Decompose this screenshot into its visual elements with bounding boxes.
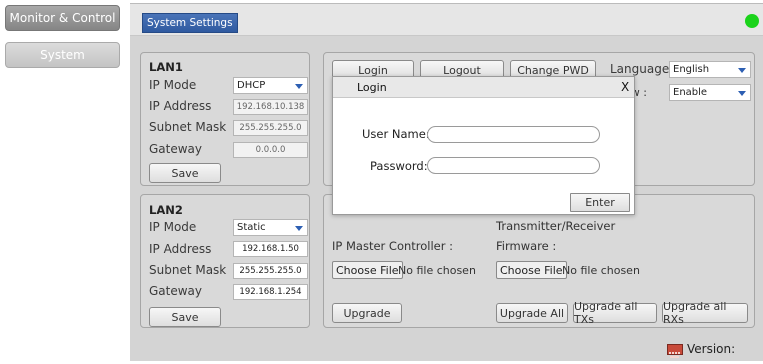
ip-master-no-file-text: No file chosen bbox=[398, 264, 476, 277]
login-dialog: Login X User Name: Password: Enter bbox=[332, 76, 635, 215]
login-dialog-header: Login X bbox=[333, 77, 634, 98]
upgrade-button[interactable]: Upgrade bbox=[332, 303, 402, 323]
upgrade-all-button[interactable]: Upgrade All bbox=[496, 303, 568, 323]
view-value: Enable bbox=[673, 87, 708, 98]
nav-system[interactable]: System bbox=[5, 42, 120, 68]
language-select[interactable]: English bbox=[669, 61, 751, 78]
lan2-gateway-input[interactable]: 192.168.1.254 bbox=[233, 284, 308, 300]
lan2-ip-mode-select[interactable]: Static bbox=[233, 219, 308, 236]
lan1-subnet-label: Subnet Mask bbox=[149, 120, 227, 134]
login-dialog-title: Login bbox=[357, 81, 387, 94]
password-label: Password: bbox=[370, 159, 428, 173]
chevron-down-icon bbox=[295, 226, 303, 231]
tx-rx-label: Transmitter/Receiver bbox=[496, 219, 616, 233]
view-select[interactable]: Enable bbox=[669, 84, 751, 101]
lan2-title: LAN2 bbox=[149, 203, 183, 217]
footer: Version: bbox=[130, 336, 763, 361]
version-label: Version: bbox=[687, 342, 736, 356]
lan1-ip-address-input[interactable]: 192.168.10.138 bbox=[233, 99, 308, 115]
tab-system-settings[interactable]: System Settings bbox=[142, 13, 238, 33]
lan1-ip-mode-value: DHCP bbox=[237, 80, 266, 91]
lan2-ip-address-label: IP Address bbox=[149, 242, 212, 256]
lan2-subnet-label: Subnet Mask bbox=[149, 263, 227, 277]
lan1-gateway-input[interactable]: 0.0.0.0 bbox=[233, 142, 308, 158]
lan2-ip-mode-label: IP Mode bbox=[149, 220, 197, 234]
username-input[interactable] bbox=[427, 126, 600, 143]
lan1-ip-mode-label: IP Mode bbox=[149, 78, 197, 92]
lan2-panel: LAN2 IP Mode Static IP Address 192.168.1… bbox=[140, 194, 310, 328]
password-input[interactable] bbox=[427, 157, 600, 174]
lan1-ip-address-label: IP Address bbox=[149, 99, 212, 113]
ip-master-controller-label: IP Master Controller : bbox=[332, 239, 454, 253]
lan2-ip-mode-value: Static bbox=[237, 222, 266, 233]
lan1-save-button[interactable]: Save bbox=[149, 163, 221, 183]
lan2-ip-address-input[interactable]: 192.168.1.50 bbox=[233, 241, 308, 257]
upgrade-all-txs-button[interactable]: Upgrade all TXs bbox=[573, 300, 657, 326]
lan1-subnet-input[interactable]: 255.255.255.0 bbox=[233, 120, 308, 136]
ip-master-choose-file-button[interactable]: Choose File bbox=[332, 261, 403, 279]
sidebar: Monitor & Control System bbox=[0, 0, 125, 361]
top-bar: System Settings bbox=[130, 4, 763, 36]
firmware-label: Firmware : bbox=[496, 239, 557, 253]
lan2-save-button[interactable]: Save bbox=[149, 307, 221, 327]
chevron-down-icon bbox=[738, 68, 746, 73]
status-indicator bbox=[745, 14, 759, 28]
chevron-down-icon bbox=[295, 84, 303, 89]
chevron-down-icon bbox=[738, 91, 746, 96]
nav-monitor-control[interactable]: Monitor & Control bbox=[5, 5, 120, 31]
language-value: English bbox=[673, 64, 710, 75]
lan2-subnet-input[interactable]: 255.255.255.0 bbox=[233, 263, 308, 279]
tx-rx-no-file-text: No file chosen bbox=[562, 264, 640, 277]
lan1-ip-mode-select[interactable]: DHCP bbox=[233, 77, 308, 94]
lan1-title: LAN1 bbox=[149, 60, 183, 74]
lan1-panel: LAN1 IP Mode DHCP IP Address 192.168.10.… bbox=[140, 52, 310, 186]
close-icon[interactable]: X bbox=[621, 80, 629, 94]
keyboard-icon bbox=[667, 344, 683, 358]
lan2-gateway-label: Gateway bbox=[149, 284, 203, 298]
language-label: Language : bbox=[610, 62, 678, 76]
upgrade-all-rxs-button[interactable]: Upgrade all RXs bbox=[662, 300, 748, 326]
username-label: User Name: bbox=[362, 127, 430, 141]
lan1-gateway-label: Gateway bbox=[149, 142, 203, 156]
enter-button[interactable]: Enter bbox=[570, 193, 630, 212]
tx-rx-choose-file-button[interactable]: Choose File bbox=[496, 261, 567, 279]
